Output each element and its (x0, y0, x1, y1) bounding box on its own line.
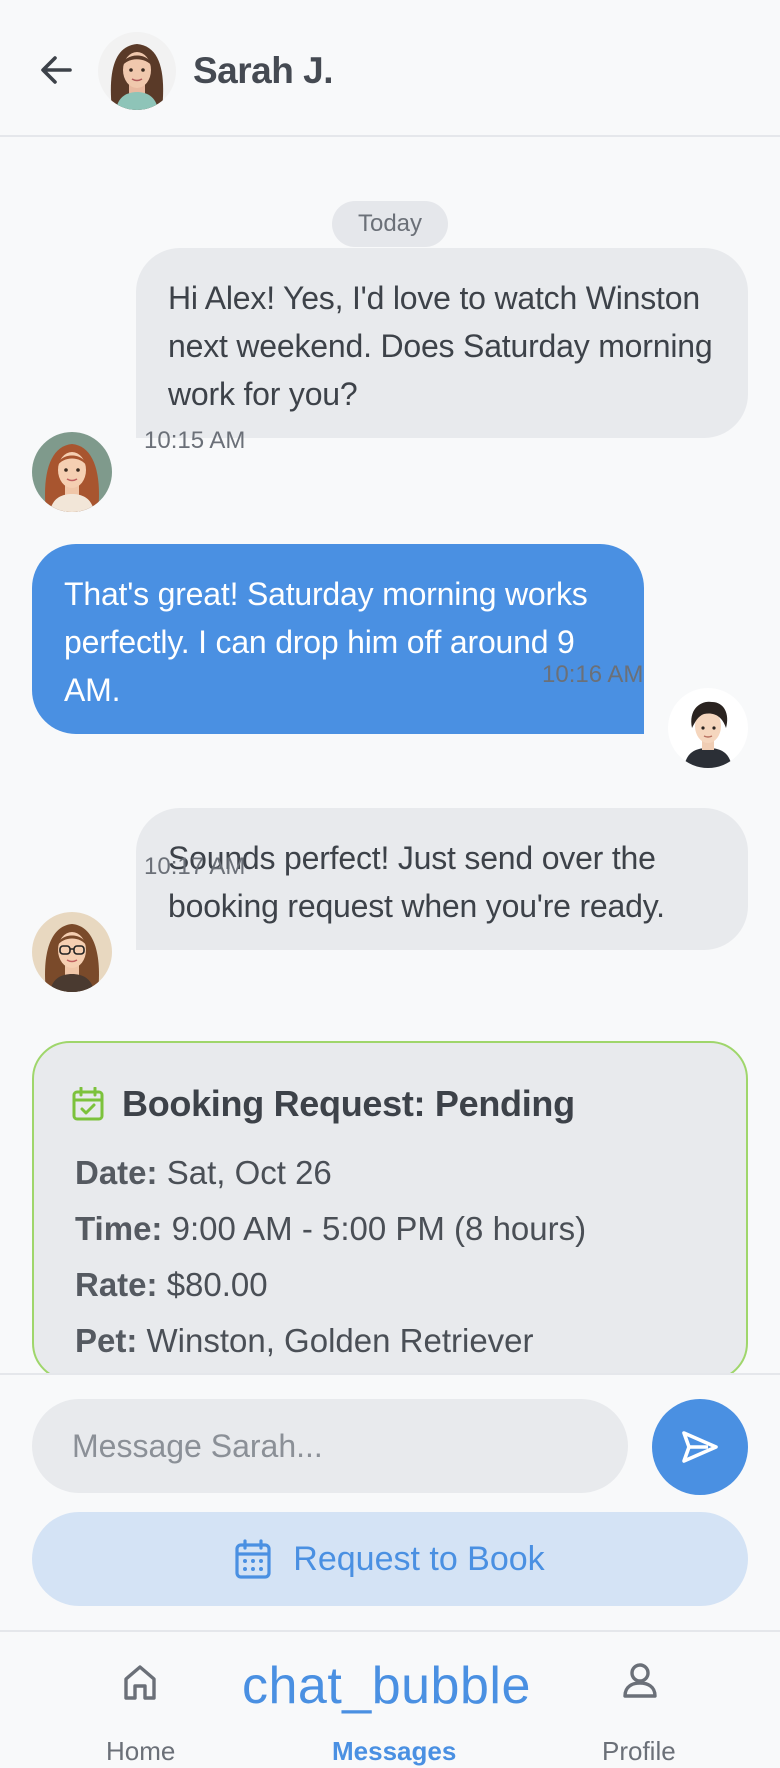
booking-date-value: Sat, Oct 26 (166, 1154, 332, 1191)
booking-rate-row: Rate: $80.00 (75, 1257, 708, 1313)
message-timestamp: 10:16 AM (542, 661, 644, 688)
send-icon (682, 1431, 718, 1463)
sender-avatar[interactable] (32, 432, 112, 512)
arrow-left-icon (41, 56, 72, 84)
calendar-check-icon (72, 1087, 104, 1121)
nav-profile[interactable]: Profile (590, 1632, 690, 1768)
booking-status-title: Booking Request: Pending (122, 1083, 575, 1124)
booking-time-value: 9:00 AM - 5:00 PM (8 hours) (171, 1210, 587, 1247)
booking-request-card[interactable]: Booking Request: Pending Date: Sat, Oct … (32, 1041, 748, 1373)
message-timestamp: 10:15 AM (144, 427, 246, 454)
booking-time-row: Time: 9:00 AM - 5:00 PM (8 hours) (75, 1201, 708, 1257)
booking-pet-value: Winston, Golden Retriever (146, 1322, 534, 1359)
message-timestamp: 10:17 AM (144, 853, 246, 880)
incoming-message-bubble[interactable]: Hi Alex! Yes, I'd love to watch Winston … (136, 248, 748, 438)
message-list[interactable]: Today Hi Alex! Yes, I'd love to watch Wi… (0, 137, 780, 1373)
nav-messages[interactable]: chat_bubble Messages (240, 1632, 540, 1768)
message-input[interactable] (32, 1399, 628, 1493)
bottom-navigation: Home chat_bubble Messages Profile (0, 1630, 780, 1768)
nav-messages-label: Messages (332, 1736, 457, 1766)
back-button[interactable] (36, 50, 76, 90)
chat-bubble-icon: chat_bubble (242, 1657, 531, 1715)
booking-date-label: Date: (75, 1154, 158, 1191)
user-avatar[interactable] (668, 688, 748, 768)
date-separator: Today (332, 201, 448, 247)
outgoing-message-bubble[interactable]: That's great! Saturday morning works per… (32, 544, 644, 734)
home-icon (124, 1665, 156, 1700)
booking-pet-label: Pet: (75, 1322, 138, 1359)
calendar-icon (235, 1539, 271, 1579)
contact-name: Sarah J. (193, 50, 333, 91)
booking-date-row: Date: Sat, Oct 26 (75, 1145, 708, 1201)
request-to-book-button[interactable]: Request to Book (32, 1512, 748, 1606)
booking-rate-label: Rate: (75, 1266, 158, 1303)
person-icon (623, 1663, 657, 1698)
request-to-book-label: Request to Book (293, 1539, 545, 1578)
send-button[interactable] (652, 1399, 748, 1495)
nav-profile-label: Profile (602, 1736, 676, 1766)
message-composer: Request to Book (0, 1373, 780, 1630)
sender-avatar[interactable] (32, 912, 112, 992)
booking-pet-row: Pet: Winston, Golden Retriever (75, 1313, 708, 1369)
contact-avatar[interactable] (98, 32, 176, 110)
nav-home[interactable]: Home (90, 1632, 190, 1768)
booking-time-label: Time: (75, 1210, 163, 1247)
chat-header: Sarah J. (0, 0, 780, 137)
booking-rate-value: $80.00 (166, 1266, 268, 1303)
nav-home-label: Home (106, 1736, 176, 1766)
